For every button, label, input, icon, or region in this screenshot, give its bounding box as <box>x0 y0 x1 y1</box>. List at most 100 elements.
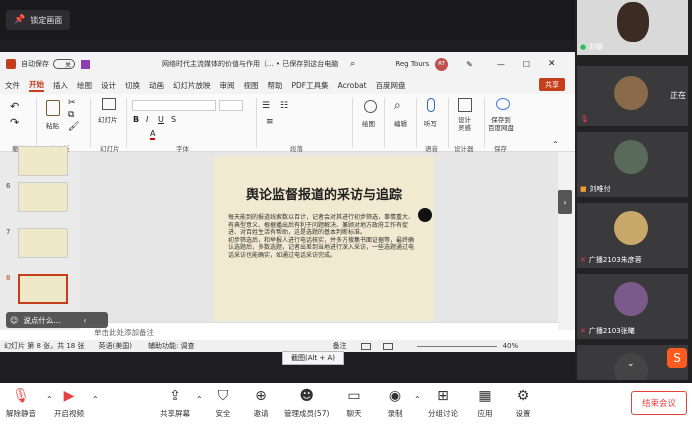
chevron-left-icon[interactable]: ‹ <box>84 316 87 325</box>
font-size-select[interactable] <box>219 100 243 111</box>
numbering-icon[interactable]: ☷ <box>280 101 288 111</box>
document-title[interactable]: 网络时代主流媒体的价值与作用（... • 已保存到这台电脑 <box>162 59 338 69</box>
tab-review[interactable]: 审阅 <box>220 80 235 91</box>
tab-insert[interactable]: 插入 <box>53 80 68 91</box>
apps-button[interactable]: ▦ 应用 <box>476 387 494 419</box>
underline-icon[interactable]: U <box>158 115 164 124</box>
designer-label[interactable]: 设计 灵感 <box>458 116 471 132</box>
slide-thumbnail[interactable] <box>18 146 68 176</box>
participant-video[interactable]: ✕ 广播2103张曦 <box>577 274 688 339</box>
normal-view-icon[interactable] <box>360 342 371 350</box>
editing-label[interactable]: 编辑 <box>394 118 407 128</box>
participant-panel: ● 刘黎 正在 🎙 ■ 刘唯付 ✕ 广播2103朱彦蓉 ✕ 广播2103张曦 ⌄ S <box>575 0 692 380</box>
tab-slideshow[interactable]: 幻灯片放映 <box>173 80 211 91</box>
tab-view[interactable]: 视图 <box>244 80 259 91</box>
tab-acrobat[interactable]: Acrobat <box>338 81 367 90</box>
notes-toggle[interactable]: 备注 <box>333 341 347 351</box>
end-meeting-button[interactable]: 结束会议 <box>631 391 687 415</box>
tab-draw[interactable]: 绘图 <box>77 80 92 91</box>
paste-label[interactable]: 粘贴 <box>46 120 59 130</box>
chat-button[interactable]: ▭ 聊天 <box>345 387 363 419</box>
record-button[interactable]: ◉ 录制 <box>386 387 404 419</box>
slide-thumbnail[interactable] <box>18 228 68 258</box>
mic-muted-icon: ✕ <box>580 327 586 335</box>
new-slide-label[interactable]: 幻灯片 <box>98 114 118 124</box>
language[interactable]: 英语(美国) <box>99 341 132 351</box>
current-slide[interactable]: 舆论监督报道的采访与追踪 每天能到的报道线索数以百计，记者会对其进行初步筛选，事… <box>214 156 434 321</box>
copy-icon[interactable]: ⧉ <box>68 110 74 120</box>
designer-icon[interactable] <box>458 98 472 112</box>
tab-design[interactable]: 设计 <box>101 80 116 91</box>
lock-screen-button[interactable]: 📌 锁定画面 <box>6 10 71 30</box>
bold-icon[interactable]: B <box>133 115 139 124</box>
ribbon-collapse-icon[interactable]: ⌃ <box>552 140 559 149</box>
share-button[interactable]: 共享 <box>539 78 565 91</box>
font-color-icon[interactable]: A <box>150 129 156 140</box>
zoom-slider[interactable] <box>416 345 497 347</box>
bullets-icon[interactable]: ☰ <box>262 101 270 111</box>
panel-toggle[interactable]: › <box>558 190 572 214</box>
notes-pane[interactable]: 单击此处添加备注 <box>80 322 558 340</box>
tab-transitions[interactable]: 切换 <box>125 80 140 91</box>
baidu-cloud-icon[interactable] <box>496 98 510 110</box>
participant-video[interactable]: ✕ 广播2103朱彦蓉 <box>577 203 688 268</box>
cut-icon[interactable]: ✂ <box>68 98 76 108</box>
vertical-scrollbar[interactable] <box>558 152 575 330</box>
align-icon[interactable]: ≡ <box>266 117 274 127</box>
accessibility[interactable]: 辅助功能: 调查 <box>148 341 195 351</box>
microphone-icon[interactable] <box>427 98 435 112</box>
participant-video[interactable]: 正在 🎙 <box>577 66 688 126</box>
mute-button[interactable]: 🎙 解除静音 <box>6 387 36 419</box>
drawing-label[interactable]: 绘图 <box>362 118 375 128</box>
chevron-down-icon[interactable]: ⌄ <box>627 359 635 369</box>
pen-icon[interactable]: ✎ <box>466 60 473 69</box>
find-icon[interactable]: ⌕ <box>394 98 401 113</box>
chat-input[interactable]: ☺ 说点什么... ‹ <box>6 312 108 328</box>
video-button[interactable]: ▶ 开启视频 <box>54 387 84 419</box>
tab-home[interactable]: 开始 <box>29 79 44 92</box>
format-painter-icon[interactable]: 🖌 <box>68 122 79 132</box>
dictate-label[interactable]: 听写 <box>424 118 437 128</box>
tab-help[interactable]: 帮助 <box>268 80 283 91</box>
breakout-button[interactable]: ⊞ 分组讨论 <box>428 387 458 419</box>
close-icon[interactable]: ✕ <box>548 59 556 69</box>
host-icon: ■ <box>580 185 587 193</box>
chevron-up-icon[interactable]: ⌃ <box>46 395 53 404</box>
participant-name: 正在 <box>670 91 686 100</box>
save-icon[interactable] <box>81 59 90 69</box>
chevron-up-icon[interactable]: ⌃ <box>414 395 421 404</box>
invite-button[interactable]: ⊕ 邀请 <box>252 387 270 419</box>
zoom-level[interactable]: 40% <box>503 342 519 350</box>
participant-video[interactable]: ● 刘黎 <box>577 0 688 55</box>
italic-icon[interactable]: I <box>146 115 148 124</box>
new-slide-icon[interactable] <box>102 98 116 110</box>
maximize-icon[interactable]: ☐ <box>523 60 530 69</box>
members-button[interactable]: ☻ 管理成员(57) <box>284 387 329 419</box>
search-icon[interactable]: ⌕ <box>350 59 355 69</box>
slide-sorter-icon[interactable] <box>382 342 393 350</box>
paste-icon[interactable] <box>46 100 60 116</box>
tab-file[interactable]: 文件 <box>5 80 20 91</box>
user-avatar[interactable]: RT <box>435 57 449 71</box>
tab-animations[interactable]: 动画 <box>149 80 164 91</box>
settings-button[interactable]: ⚙ 设置 <box>514 387 532 419</box>
user-name: Reg Tours <box>395 60 430 68</box>
strike-icon[interactable]: S <box>171 115 176 124</box>
save-baidu-label[interactable]: 保存到 百度网盘 <box>488 116 514 132</box>
tab-baidu[interactable]: 百度网盘 <box>376 80 406 91</box>
chevron-up-icon[interactable]: ⌃ <box>92 395 99 404</box>
participant-video[interactable]: ■ 刘唯付 <box>577 132 688 197</box>
drawing-icon[interactable] <box>364 100 377 113</box>
redo-icon[interactable]: ↷ <box>10 116 19 129</box>
minimize-icon[interactable]: — <box>497 60 505 69</box>
slide-thumbnail-selected[interactable] <box>18 274 68 304</box>
font-name-select[interactable] <box>132 100 216 111</box>
undo-icon[interactable]: ↶ <box>10 100 19 113</box>
security-button[interactable]: ⛉ 安全 <box>214 387 232 419</box>
slide-thumbnail[interactable] <box>18 182 68 212</box>
tab-pdf[interactable]: PDF工具集 <box>292 80 329 91</box>
share-screen-button[interactable]: ⇪ 共享屏幕 <box>160 387 190 419</box>
autosave-toggle[interactable]: 关 <box>53 59 75 69</box>
chevron-up-icon[interactable]: ⌃ <box>196 395 203 404</box>
participant-face <box>617 2 649 42</box>
